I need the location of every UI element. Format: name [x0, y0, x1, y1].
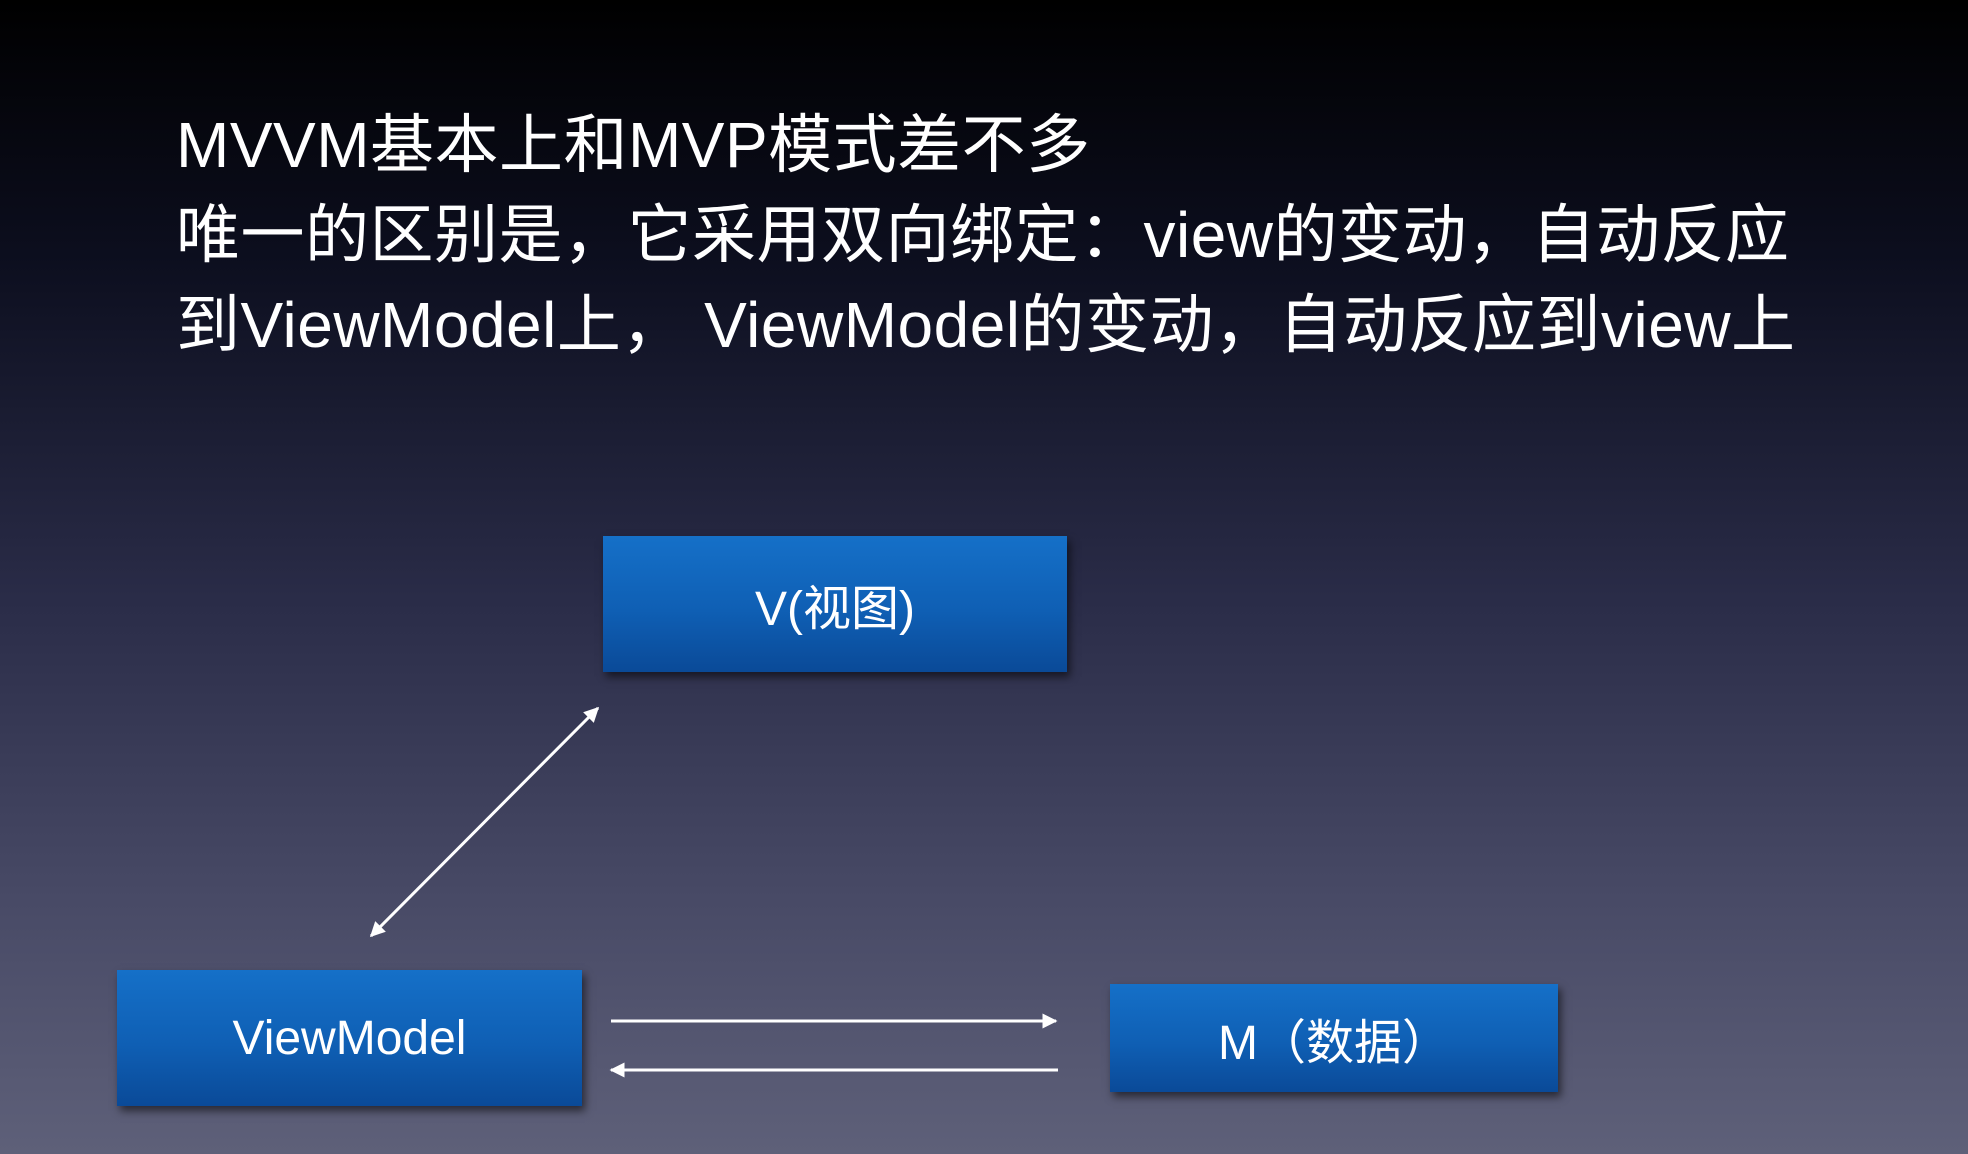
model-node: M（数据） — [1110, 984, 1558, 1092]
viewmodel-node-label: ViewModel — [232, 1011, 467, 1065]
model-node-label: M（数据） — [1218, 1017, 1450, 1070]
viewmodel-node: ViewModel — [117, 970, 582, 1106]
view-viewmodel-bidirectional-arrow — [369, 706, 600, 938]
view-node-label: V(视图) — [755, 583, 915, 636]
view-node: V(视图) — [603, 536, 1067, 672]
